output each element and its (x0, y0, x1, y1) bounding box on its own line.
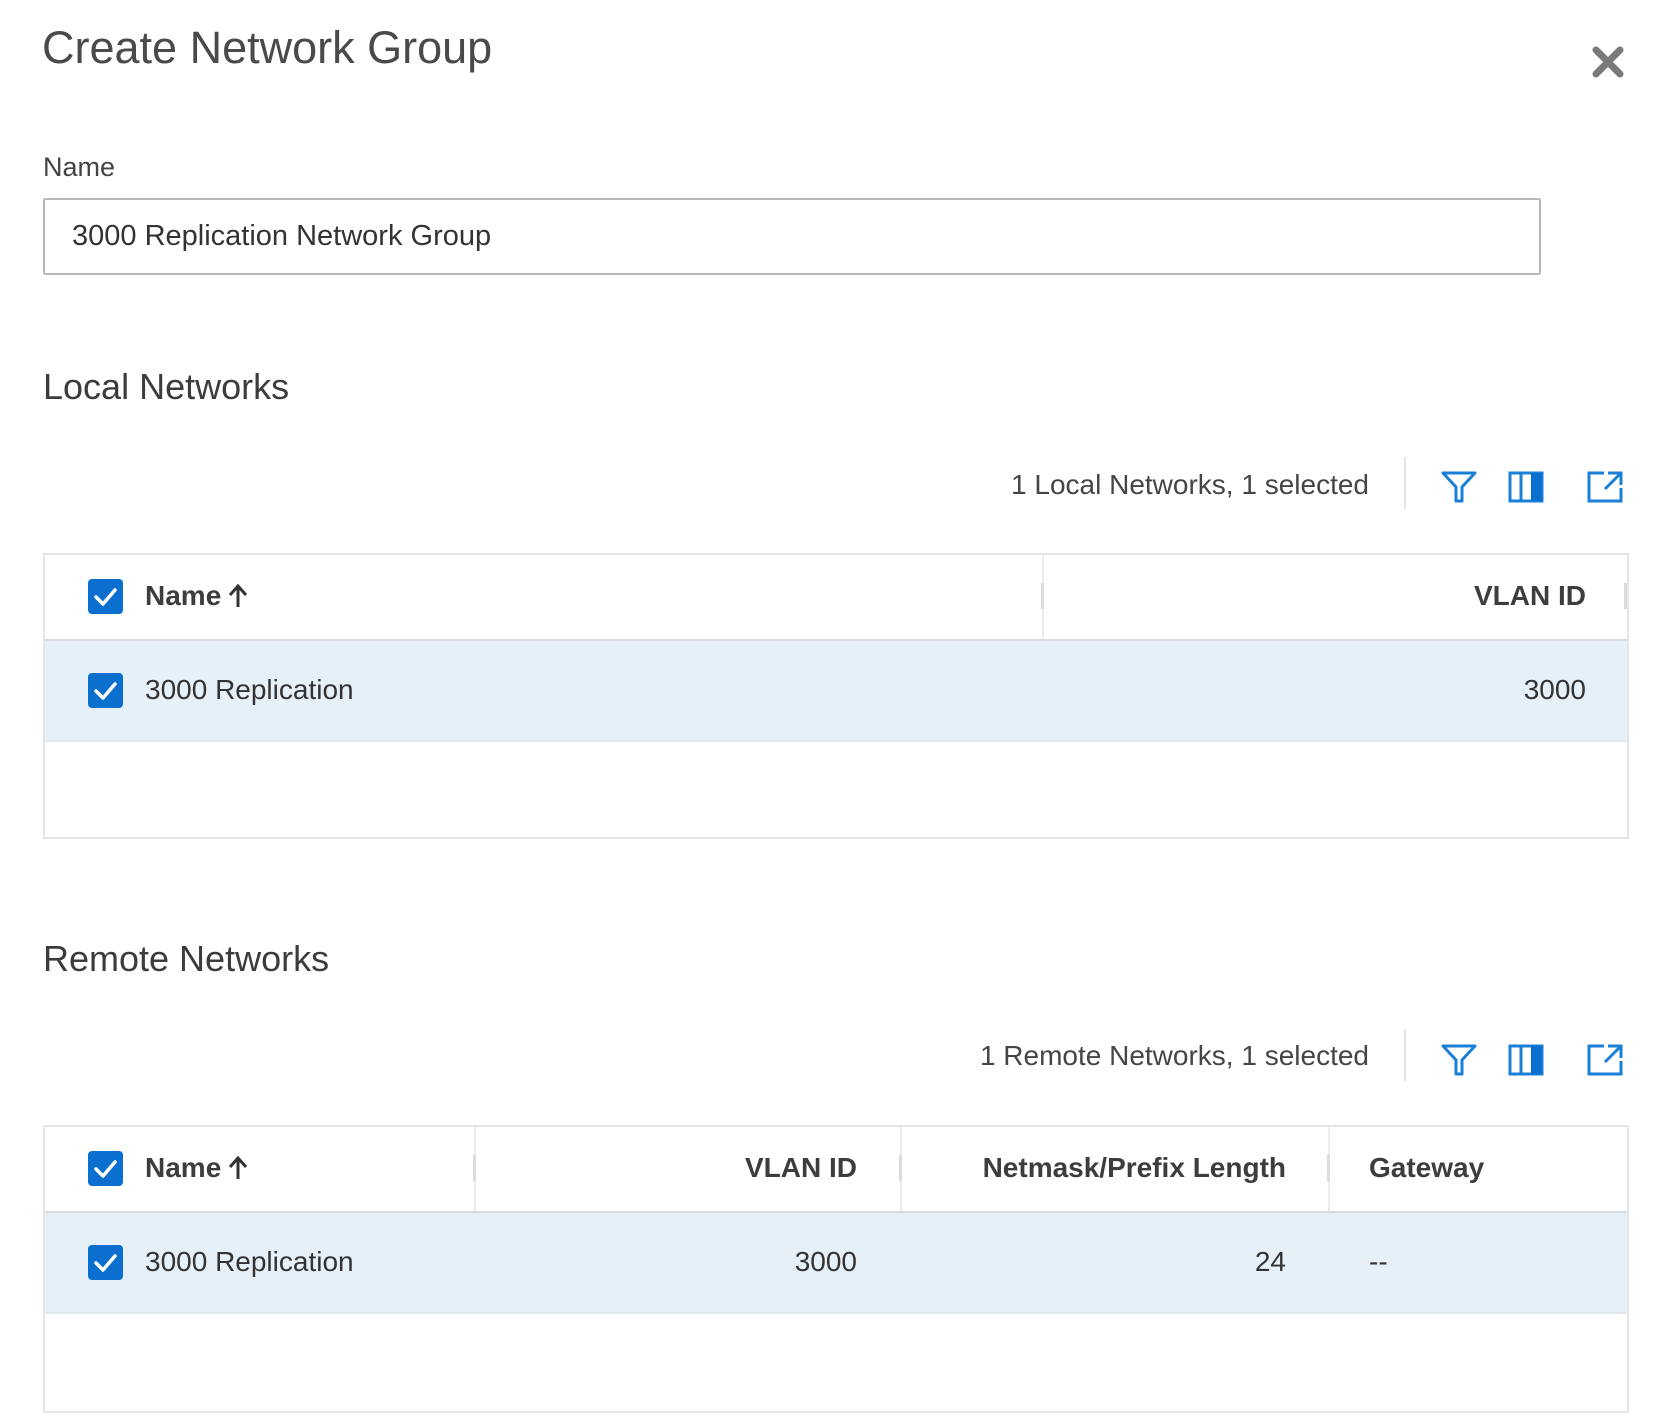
cell-vlan-id: 3000 (794, 1246, 857, 1277)
export-icon (1587, 471, 1623, 503)
name-label: Name (43, 152, 116, 182)
filter-icon (1441, 1044, 1477, 1076)
export-icon (1587, 1044, 1623, 1076)
toolbar-divider (1404, 1029, 1406, 1081)
table-header: Name VLAN ID Netmask/Prefix Length Gatew… (45, 1127, 1627, 1214)
columns-icon (1508, 471, 1544, 503)
column-header-prefix-length[interactable]: Netmask/Prefix Length (983, 1152, 1286, 1184)
column-header-name[interactable]: Name (145, 1152, 221, 1184)
column-header-gateway[interactable]: Gateway (1369, 1152, 1484, 1184)
column-header-name[interactable]: Name (145, 580, 221, 612)
table-row[interactable]: 3000 Replication 3000 24 -- (45, 1213, 1627, 1314)
cell-name: 3000 Replication (145, 674, 354, 705)
remote-export-button[interactable] (1586, 1043, 1624, 1077)
row-checkbox[interactable] (88, 673, 123, 708)
remote-filter-button[interactable] (1440, 1043, 1478, 1077)
column-header-vlan-id[interactable]: VLAN ID (745, 1152, 857, 1184)
sort-ascending-icon[interactable] (227, 1155, 249, 1181)
local-networks-summary: 1 Local Networks, 1 selected (1011, 469, 1369, 500)
filter-icon (1441, 471, 1477, 503)
column-resize-handle[interactable] (1624, 583, 1627, 609)
local-networks-heading: Local Networks (43, 366, 290, 407)
remote-networks-summary: 1 Remote Networks, 1 selected (979, 1040, 1369, 1071)
checkmark-icon (94, 682, 117, 700)
sort-ascending-icon[interactable] (227, 583, 249, 609)
local-networks-table: Name VLAN ID 3000 Replication 3000 (43, 553, 1629, 839)
cell-prefix-length: 24 (1254, 1246, 1286, 1277)
select-all-checkbox[interactable] (88, 579, 123, 614)
column-resize-handle[interactable] (899, 1155, 902, 1181)
column-resize-handle[interactable] (1327, 1155, 1330, 1181)
cell-vlan-id: 3000 (1523, 674, 1586, 705)
checkmark-icon (94, 1160, 117, 1178)
remote-columns-button[interactable] (1507, 1043, 1545, 1077)
column-header-vlan-id[interactable]: VLAN ID (1474, 580, 1586, 612)
name-input[interactable] (43, 198, 1541, 275)
remote-networks-table: Name VLAN ID Netmask/Prefix Length Gatew… (43, 1125, 1629, 1413)
cell-name: 3000 Replication (145, 1246, 354, 1277)
select-all-checkbox[interactable] (88, 1151, 123, 1186)
cell-gateway: -- (1369, 1246, 1388, 1277)
close-icon (1592, 46, 1624, 78)
table-header: Name VLAN ID (45, 555, 1627, 642)
local-export-button[interactable] (1586, 470, 1624, 504)
local-columns-button[interactable] (1507, 470, 1545, 504)
column-resize-handle[interactable] (1041, 583, 1044, 609)
row-checkbox[interactable] (88, 1245, 123, 1280)
columns-icon (1508, 1044, 1544, 1076)
table-row[interactable]: 3000 Replication 3000 (45, 641, 1627, 742)
column-resize-handle[interactable] (473, 1155, 476, 1181)
checkmark-icon (94, 1254, 117, 1272)
close-button[interactable] (1588, 42, 1628, 82)
local-filter-button[interactable] (1440, 470, 1478, 504)
remote-networks-heading: Remote Networks (43, 938, 330, 979)
checkmark-icon (94, 588, 117, 606)
dialog-title: Create Network Group (42, 22, 493, 73)
toolbar-divider (1404, 457, 1406, 509)
